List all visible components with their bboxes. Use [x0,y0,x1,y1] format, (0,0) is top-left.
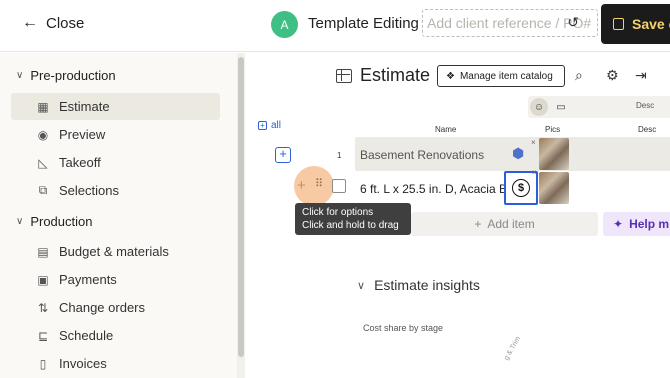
sidebar-item-label: Budget & materials [59,244,169,259]
cubes-icon[interactable]: ⬢ [512,145,524,162]
help-me-button[interactable]: ✦ Help m [603,212,670,236]
add-item-button[interactable]: + Add item [411,212,598,236]
drag-tooltip: Click for options Click and hold to drag [295,203,411,235]
row-checkbox[interactable] [332,179,346,193]
save-icon [613,18,624,30]
table-icon [336,68,352,83]
page-title-text: Estimate [360,65,431,85]
selections-icon: ⧉ [38,183,48,197]
column-header-desc[interactable]: Desc [638,125,656,134]
plus-icon[interactable]: + [297,177,306,194]
eye-icon: ◉ [37,127,49,142]
cost-share-label: Cost share by stage [363,323,444,333]
section-pre-production[interactable]: ∨ Pre-production [16,68,116,83]
section-label: Production [30,214,93,229]
sidebar-item-label: Change orders [59,300,145,315]
chevron-down-icon: ∨ [357,279,366,292]
sidebar-item-invoices[interactable]: ▯ Invoices [11,350,220,377]
sidebar-item-label: Payments [59,272,117,287]
item-photo[interactable] [539,138,569,170]
estimate-panel: Estimate ❖ Manage item catalog ⌕ ⚙ ⇥ ☺ ▭… [245,53,670,378]
item-name[interactable]: 6 ft. L x 25.5 in. D, Acacia B [360,182,505,196]
calculator-icon: ▤ [37,244,49,259]
add-row-button[interactable]: + [275,147,291,163]
add-item-label: Add item [487,217,535,231]
dollar-cycle-icon: $ [512,179,530,197]
table-row-group[interactable]: Basement Renovations ⬢ × [355,137,545,171]
schedule-icon: ⊑ [37,328,49,343]
sidebar-item-label: Takeoff [59,155,101,170]
close-icon[interactable]: × [532,168,537,177]
sidebar-scrollbar[interactable] [237,53,245,378]
money-icon: ▣ [37,272,49,287]
page-title: Estimate [336,65,430,86]
tooltip-line: Click for options [302,207,374,218]
drag-handle-icon[interactable]: ⠿ [315,177,323,190]
avatar[interactable]: A [271,11,298,38]
chevron-down-icon: ∨ [16,216,24,227]
plus-icon: + [474,217,482,231]
sidebar-item-label: Estimate [59,99,110,114]
chevron-down-icon: ∨ [16,70,24,81]
user-icon[interactable]: ☺ [530,98,548,116]
manage-catalog-button[interactable]: ❖ Manage item catalog [437,65,565,87]
sidebar-item-label: Invoices [59,356,107,371]
monitor-icon[interactable]: ▭ [552,98,570,116]
sidebar-item-label: Selections [59,183,119,198]
estimate-insights-toggle[interactable]: ∨ Estimate insights [357,277,480,293]
sidebar-item-preview[interactable]: ◉ Preview [11,121,220,148]
export-icon[interactable]: ⇥ [635,67,647,84]
invoice-icon: ▯ [39,356,47,371]
scrollbar-thumb[interactable] [238,57,244,357]
change-orders-icon: ⇅ [37,300,49,315]
search-icon[interactable]: ⌕ [575,67,583,84]
sidebar-item-label: Schedule [59,328,114,343]
close-label: Close [46,14,85,32]
top-bar: ← Close A Template Editing Add client re… [0,0,670,52]
close-button[interactable]: ← Close [22,14,84,32]
toggle-desc-label: Desc [636,101,655,110]
table-icon: ▦ [37,99,49,114]
save-button[interactable]: Save e [601,4,670,44]
table-row[interactable]: 6 ft. L x 25.5 in. D, Acacia B $ × [355,168,670,205]
tooltip-line: Click and hold to drag [302,220,399,231]
gear-icon[interactable]: ⚙ [606,67,619,84]
sidebar-item-budget[interactable]: ▤ Budget & materials [11,238,220,265]
client-reference-input[interactable]: Add client reference / PO# ↺ [422,9,598,37]
history-icon[interactable]: ↺ [567,14,579,31]
sidebar-item-selections[interactable]: ⧉ Selections [11,177,220,204]
row-number: 1 [337,151,342,160]
item-photo[interactable] [539,172,569,204]
catalog-icon: ❖ [446,70,455,82]
column-header-pics[interactable]: Pics [545,125,560,134]
section-label: Pre-production [30,68,116,83]
chart-axis-label: g & Trim [503,335,523,362]
ruler-triangle-icon: ◺ [38,155,48,170]
sidebar-item-estimate[interactable]: ▦ Estimate [11,93,220,120]
expand-all-link[interactable]: + all [258,120,281,131]
close-icon[interactable]: × [531,138,536,147]
catalog-label: Manage item catalog [459,70,553,82]
sidebar-item-payments[interactable]: ▣ Payments [11,266,220,293]
template-title: Template Editing [308,15,419,32]
sidebar: ∨ Pre-production ▦ Estimate ◉ Preview ◺ … [0,53,237,378]
column-header-name[interactable]: Name [435,125,456,134]
sparkle-icon: ✦ [613,217,624,231]
save-label: Save e [632,16,670,32]
sidebar-item-schedule[interactable]: ⊑ Schedule [11,322,220,349]
arrow-left-icon: ← [22,14,38,31]
section-production[interactable]: ∨ Production [16,214,92,229]
column-toggle-bar: ☺ ▭ Desc [528,96,670,118]
insights-title: Estimate insights [374,277,480,293]
sidebar-item-change-orders[interactable]: ⇅ Change orders [11,294,220,321]
sidebar-item-label: Preview [59,127,106,142]
sidebar-item-takeoff[interactable]: ◺ Takeoff [11,149,220,176]
plus-box-icon: + [258,121,267,130]
help-label: Help m [629,217,670,231]
all-label: all [271,120,282,131]
group-name[interactable]: Basement Renovations [360,148,484,162]
